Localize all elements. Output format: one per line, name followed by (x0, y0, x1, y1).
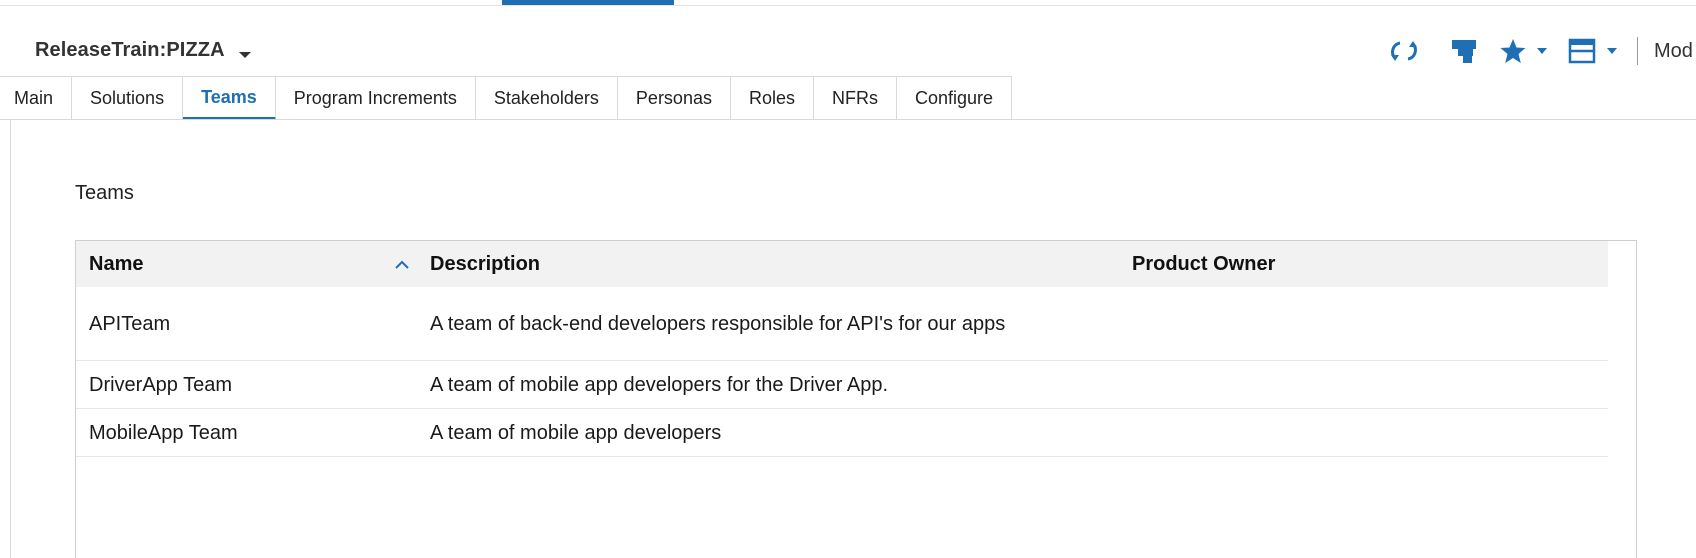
cell-name: APITeam (89, 312, 171, 335)
toolbar-separator (1637, 37, 1638, 65)
cell-name: MobileApp Team (89, 421, 238, 444)
column-header-product-owner[interactable]: Product Owner (1132, 241, 1275, 287)
star-icon (1500, 39, 1526, 63)
page: ReleaseTrain:PIZZA Mod Main Solutions Te… (0, 0, 1696, 558)
layout-icon (1568, 38, 1596, 64)
tab-program-increments[interactable]: Program Increments (276, 77, 476, 120)
teams-table: Name Description Product Owner APITeam A… (75, 240, 1637, 558)
tab-solutions[interactable]: Solutions (72, 77, 184, 120)
table-row[interactable]: DriverApp Team A team of mobile app deve… (76, 361, 1608, 409)
section-title: Teams (75, 182, 134, 204)
table-header: Name Description Product Owner (76, 241, 1608, 287)
caret-down-icon (1607, 48, 1617, 54)
left-border (10, 120, 11, 558)
cell-product-owner (1132, 287, 1592, 360)
table-row[interactable]: APITeam A team of back-end developers re… (76, 287, 1608, 361)
refresh-icon (1391, 41, 1417, 61)
top-divider (0, 5, 1696, 6)
cell-name: DriverApp Team (89, 373, 233, 396)
tab-roles[interactable]: Roles (731, 77, 814, 120)
tab-bar: Main Solutions Teams Program Increments … (0, 76, 1013, 121)
favorite-button[interactable] (1499, 37, 1547, 65)
cell-description: A team of mobile app developers (430, 421, 722, 444)
cell-product-owner (1132, 409, 1592, 456)
caret-down-icon (1537, 48, 1547, 54)
table-row[interactable]: MobileApp Team A team of mobile app deve… (76, 409, 1608, 457)
dashboard-button[interactable] (1449, 37, 1479, 65)
tab-personas[interactable]: Personas (618, 77, 731, 120)
tab-configure[interactable]: Configure (897, 77, 1013, 120)
tab-nfrs[interactable]: NFRs (814, 77, 897, 120)
dashboard-icon (1452, 40, 1476, 63)
tab-teams[interactable]: Teams (183, 77, 276, 120)
cell-description: A team of back-end developers responsibl… (430, 312, 1006, 335)
tab-stakeholders[interactable]: Stakeholders (476, 77, 618, 120)
column-header-name[interactable]: Name (89, 241, 143, 287)
chevron-down-icon[interactable] (238, 52, 251, 58)
layout-button[interactable] (1567, 37, 1617, 65)
artifact-header[interactable]: ReleaseTrain:PIZZA (35, 34, 251, 66)
column-header-description[interactable]: Description (430, 241, 540, 287)
toolbar: Mod (1369, 34, 1696, 68)
refresh-button[interactable] (1389, 38, 1419, 64)
more-menu-label[interactable]: Mod (1654, 40, 1696, 63)
sort-ascending-icon[interactable] (390, 252, 414, 276)
page-title: ReleaseTrain:PIZZA (35, 38, 225, 61)
cell-product-owner (1132, 361, 1592, 408)
tab-divider (0, 119, 1696, 120)
tab-main[interactable]: Main (0, 77, 73, 120)
cell-description: A team of mobile app developers for the … (430, 373, 889, 396)
